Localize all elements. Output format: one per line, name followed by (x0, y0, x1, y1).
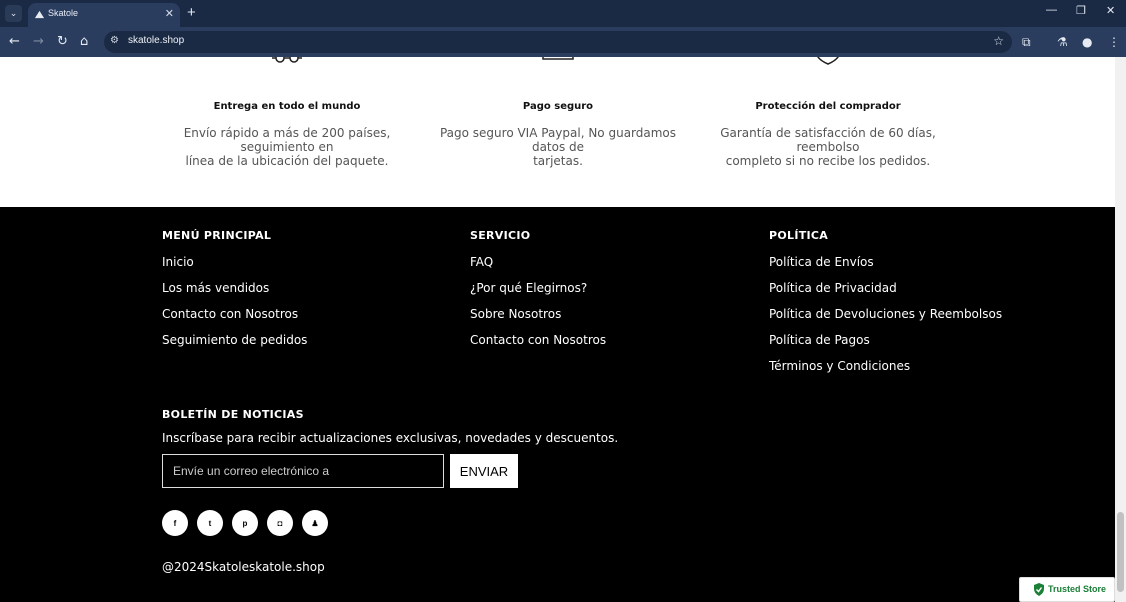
snapchat-icon[interactable]: ♟ (302, 510, 328, 536)
copyright-text: @2024Skatoleskatole.shop (162, 560, 325, 574)
trusted-store-label: Trusted Store (1048, 584, 1107, 594)
extensions-icon[interactable]: ⧉ (1022, 35, 1031, 50)
features-section: Entrega en todo el mundo Envío rápido a … (0, 57, 1115, 207)
page-viewport: Entrega en todo el mundo Envío rápido a … (0, 57, 1115, 602)
footer-link-best-sellers[interactable]: Los más vendidos (162, 281, 307, 307)
browser-tab-bar: ⌄ Skatole ✕ + — ❐ ✕ (0, 0, 1126, 27)
footer-link-why-us[interactable]: ¿Por qué Elegirnos? (470, 281, 606, 307)
page-scrollbar[interactable] (1115, 57, 1126, 602)
twitter-icon[interactable]: t (197, 510, 223, 536)
site-favicon-icon (34, 10, 45, 19)
restore-icon[interactable]: ❐ (1076, 4, 1086, 17)
footer-column-title: POLÍTICA (769, 229, 829, 242)
footer-link-privacy-policy[interactable]: Política de Privacidad (769, 281, 1002, 307)
browser-toolbar: ← → ↻ ⌂ ⚙ skatole.shop ☆ ⧉ ⚗ ● ⋮ (0, 27, 1126, 57)
footer-link-faq[interactable]: FAQ (470, 255, 606, 281)
tab-title: Skatole (48, 8, 79, 18)
feature-description: Envío rápido a más de 200 países, seguim… (183, 126, 391, 168)
footer-link-contact[interactable]: Contacto con Nosotros (162, 307, 307, 333)
url-text: skatole.shop (128, 35, 185, 46)
shield-check-icon (1034, 583, 1044, 596)
footer-column-title: SERVICIO (470, 229, 531, 242)
footer-link-shipping-policy[interactable]: Política de Envíos (769, 255, 1002, 281)
trusted-store-badge[interactable]: Trusted Store (1019, 577, 1115, 602)
menu-kebab-icon[interactable]: ⋮ (1108, 35, 1120, 49)
footer-link-payment-policy[interactable]: Política de Pagos (769, 333, 1002, 359)
footer: MENÚ PRINCIPAL Inicio Los más vendidos C… (0, 207, 1115, 602)
minimize-icon[interactable]: — (1046, 4, 1057, 16)
footer-link-about[interactable]: Sobre Nosotros (470, 307, 606, 333)
pinterest-icon[interactable]: p (232, 510, 258, 536)
instagram-icon[interactable]: ◘ (267, 510, 293, 536)
footer-link-contact[interactable]: Contacto con Nosotros (470, 333, 606, 359)
feature-title: Protección del comprador (755, 101, 901, 112)
feature-title: Entrega en todo el mundo (213, 101, 361, 112)
address-bar[interactable]: ⚙ skatole.shop ☆ (104, 31, 1012, 53)
card-icon (433, 57, 683, 69)
back-icon[interactable]: ← (9, 34, 20, 49)
newsletter-email-input[interactable] (162, 454, 444, 488)
footer-column-policy: POLÍTICA Política de Envíos Política de … (769, 229, 1002, 385)
shield-icon (703, 57, 953, 69)
footer-column-main-menu: MENÚ PRINCIPAL Inicio Los más vendidos C… (162, 229, 307, 359)
browser-tab[interactable]: Skatole ✕ (28, 3, 180, 27)
footer-link-terms[interactable]: Términos y Condiciones (769, 359, 1002, 385)
profile-icon[interactable]: ● (1082, 35, 1092, 49)
footer-column-service: SERVICIO FAQ ¿Por qué Elegirnos? Sobre N… (470, 229, 606, 359)
glasses-icon (162, 57, 412, 69)
forward-icon[interactable]: → (33, 34, 44, 49)
reload-icon[interactable]: ↻ (57, 34, 68, 49)
newsletter-title: BOLETÍN DE NOTICIAS (162, 408, 304, 421)
new-tab-icon[interactable]: + (187, 4, 196, 21)
site-info-icon[interactable]: ⚙ (110, 35, 119, 46)
scrollbar-thumb[interactable] (1117, 512, 1124, 592)
footer-link-order-tracking[interactable]: Seguimiento de pedidos (162, 333, 307, 359)
newsletter-text: Inscríbase para recibir actualizaciones … (162, 431, 619, 445)
home-icon[interactable]: ⌂ (80, 34, 88, 49)
feature-description: Pago seguro VIA Paypal, No guardamos dat… (439, 126, 677, 168)
feature-description: Garantía de satisfacción de 60 días, ree… (720, 126, 936, 168)
newsletter-send-button[interactable]: ENVIAR (450, 454, 518, 488)
tab-search-icon[interactable]: ⌄ (5, 5, 22, 22)
facebook-icon[interactable]: f (162, 510, 188, 536)
tab-close-icon[interactable]: ✕ (165, 7, 174, 20)
bookmark-star-icon[interactable]: ☆ (993, 34, 1004, 48)
labs-flask-icon[interactable]: ⚗ (1057, 35, 1068, 49)
feature-title: Pago seguro (522, 101, 594, 112)
footer-link-inicio[interactable]: Inicio (162, 255, 307, 281)
window-close-icon[interactable]: ✕ (1106, 4, 1115, 17)
footer-link-refund-policy[interactable]: Política de Devoluciones y Reembolsos (769, 307, 1002, 333)
footer-column-title: MENÚ PRINCIPAL (162, 229, 272, 242)
